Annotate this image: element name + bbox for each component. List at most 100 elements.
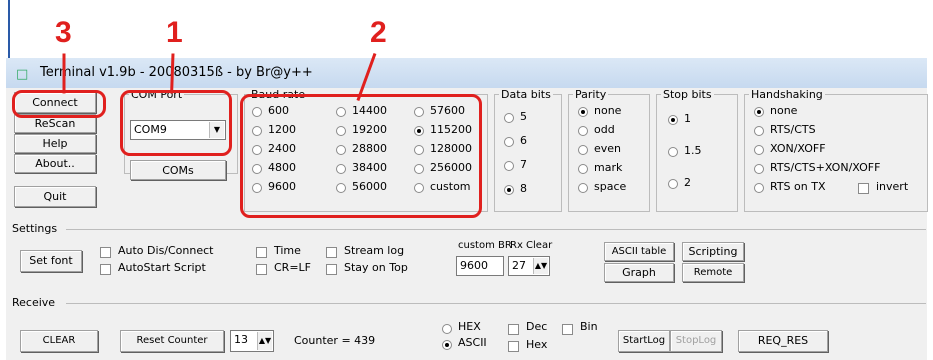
- hex-label: HEX: [458, 320, 481, 333]
- handshake-2-label: XON/XOFF: [770, 142, 826, 155]
- data-bits-8-radio[interactable]: [504, 185, 514, 195]
- spin-arrows-icon[interactable]: ▲▼: [533, 258, 548, 274]
- ascii-radio[interactable]: [442, 340, 452, 350]
- parity-even-label: even: [594, 142, 622, 155]
- data-bits-8-label: 8: [520, 182, 527, 195]
- rx-clear-spinner[interactable]: 27 ▲▼: [508, 256, 550, 276]
- parity-space-radio[interactable]: [578, 183, 588, 193]
- handshake-0-label: none: [770, 104, 798, 117]
- stop-bits-legend: Stop bits: [663, 88, 712, 101]
- stream-log-label: Stream log: [344, 244, 405, 257]
- dec-label: Dec: [526, 320, 548, 333]
- rx-clear-value: 27: [512, 259, 526, 272]
- graph-button[interactable]: Graph: [604, 263, 674, 282]
- parity-odd-label: odd: [594, 123, 615, 136]
- handshake-0-radio[interactable]: [754, 107, 764, 117]
- parity-space-label: space: [594, 180, 627, 193]
- autostart-script-checkbox[interactable]: [100, 264, 111, 275]
- handshake-4-radio[interactable]: [754, 183, 764, 193]
- settings-legend: Settings: [12, 222, 58, 235]
- auto-dis-connect-label: Auto Dis/Connect: [118, 244, 214, 257]
- stay-on-top-label: Stay on Top: [344, 261, 408, 274]
- data-bits-6-radio[interactable]: [504, 137, 514, 147]
- data-bits-legend: Data bits: [501, 88, 551, 101]
- annotation-number-2: 2: [370, 16, 387, 49]
- req-res-button[interactable]: REQ_RES: [738, 330, 828, 352]
- scripting-button[interactable]: Scripting: [682, 242, 744, 261]
- handshake-2-radio[interactable]: [754, 145, 764, 155]
- stream-log-checkbox[interactable]: [326, 247, 337, 258]
- handshake-3-radio[interactable]: [754, 164, 764, 174]
- time-label: Time: [274, 244, 301, 257]
- handshake-1-radio[interactable]: [754, 126, 764, 136]
- receive-divider: [66, 303, 926, 304]
- quit-button[interactable]: Quit: [14, 186, 96, 207]
- invert-checkbox[interactable]: [858, 183, 869, 194]
- coms-button[interactable]: COMs: [130, 160, 226, 180]
- remote-button[interactable]: Remote: [682, 263, 744, 282]
- custom-br-value: 9600: [460, 259, 488, 272]
- data-bits-7-radio[interactable]: [504, 161, 514, 171]
- app-icon: □: [16, 67, 29, 82]
- counter-label: Counter = 439: [294, 334, 376, 347]
- custom-br-label: custom BR: [458, 240, 512, 251]
- parity-none-label: none: [594, 104, 622, 117]
- annotation-box-com-port: [120, 90, 232, 156]
- stop-bits-2-label: 2: [684, 176, 691, 189]
- rx-clear-label: Rx Clear: [510, 240, 553, 251]
- annotation-number-3: 3: [55, 16, 72, 49]
- stop-bits-1.5-radio[interactable]: [668, 147, 678, 157]
- handshake-3-label: RTS/CTS+XON/XOFF: [770, 161, 881, 174]
- receive-legend: Receive: [12, 296, 56, 309]
- set-font-button[interactable]: Set font: [20, 250, 82, 272]
- parity-legend: Parity: [575, 88, 607, 101]
- data-bits-6-label: 6: [520, 134, 527, 147]
- hex-check-label: Hex: [526, 338, 548, 351]
- ascii-table-button[interactable]: ASCII table: [604, 242, 674, 261]
- stay-on-top-checkbox[interactable]: [326, 264, 337, 275]
- handshake-4-label: RTS on TX: [770, 180, 826, 193]
- cr-lf-checkbox[interactable]: [256, 264, 267, 275]
- about-button[interactable]: About..: [14, 154, 96, 173]
- annotation-box-connect: [12, 90, 106, 118]
- auto-dis-connect-checkbox[interactable]: [100, 247, 111, 258]
- custom-br-input[interactable]: 9600: [456, 256, 504, 276]
- stop-bits-2-radio[interactable]: [668, 179, 678, 189]
- invert-label: invert: [876, 180, 909, 193]
- counter-spinner[interactable]: 13 ▲▼: [230, 330, 274, 352]
- hex-checkbox[interactable]: [508, 341, 519, 352]
- bin-label: Bin: [580, 320, 598, 333]
- parity-mark-radio[interactable]: [578, 164, 588, 174]
- counter-spin-value: 13: [234, 333, 248, 346]
- data-bits-5-label: 5: [520, 110, 527, 123]
- bin-checkbox[interactable]: [562, 324, 573, 335]
- time-checkbox[interactable]: [256, 247, 267, 258]
- hex-radio[interactable]: [442, 324, 452, 334]
- annotation-arrow-3: [62, 53, 66, 94]
- annotation-box-baud-rate: [240, 94, 482, 218]
- title-bar: □ Terminal v1.9b - 20080315ß - by Br@y++: [6, 58, 927, 88]
- spin-arrows-icon[interactable]: ▲▼: [257, 332, 272, 350]
- parity-none-radio[interactable]: [578, 107, 588, 117]
- cr-lf-label: CR=LF: [274, 261, 311, 274]
- settings-divider: [66, 229, 926, 230]
- autostart-script-label: AutoStart Script: [118, 261, 206, 274]
- stop-bits-1.5-label: 1.5: [684, 144, 702, 157]
- data-bits-group: Data bits: [494, 88, 562, 212]
- stop-bits-1-label: 1: [684, 112, 691, 125]
- help-button[interactable]: Help: [14, 134, 96, 153]
- start-log-button[interactable]: StartLog: [618, 330, 670, 352]
- handshake-1-label: RTS/CTS: [770, 123, 816, 136]
- data-bits-5-radio[interactable]: [504, 113, 514, 123]
- parity-even-radio[interactable]: [578, 145, 588, 155]
- annotation-number-1: 1: [166, 16, 183, 49]
- clear-button[interactable]: CLEAR: [20, 330, 98, 352]
- stop-log-button[interactable]: StopLog: [670, 330, 722, 352]
- ascii-label: ASCII: [458, 336, 487, 349]
- reset-counter-button[interactable]: Reset Counter: [120, 330, 224, 352]
- data-bits-7-label: 7: [520, 158, 527, 171]
- dec-checkbox[interactable]: [508, 324, 519, 335]
- stop-bits-1-radio[interactable]: [668, 115, 678, 125]
- parity-odd-radio[interactable]: [578, 126, 588, 136]
- parity-mark-label: mark: [594, 161, 623, 174]
